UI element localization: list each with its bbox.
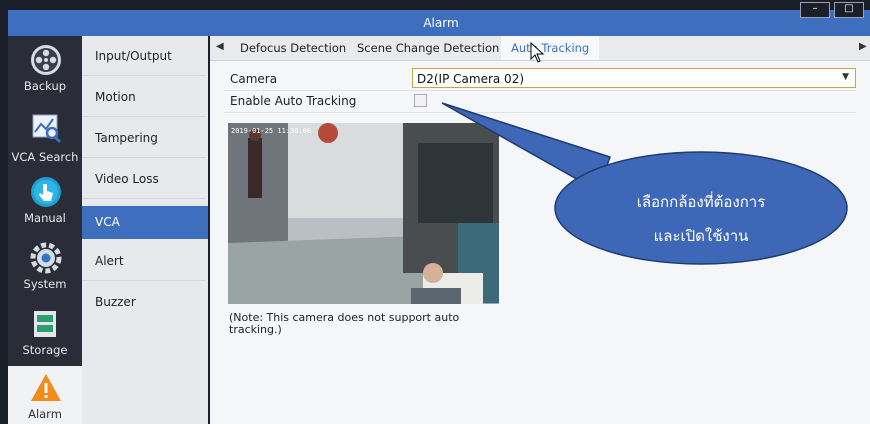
tab-scene-change-detection[interactable]: Scene Change Detection xyxy=(357,41,499,55)
nav-storage-label: Storage xyxy=(22,343,68,357)
camera-label: Camera xyxy=(230,72,278,86)
nav-alarm[interactable]: Alarm xyxy=(8,366,82,424)
callout-line-1: เลือกกล้องที่ต้องการ xyxy=(636,193,766,211)
callout-bubble: เลือกกล้องที่ต้องการ และเปิดใช้งาน xyxy=(555,152,847,264)
chevron-down-icon: ▼ xyxy=(842,72,849,82)
minimize-button[interactable]: – xyxy=(800,2,830,18)
maximize-button[interactable]: □ xyxy=(834,2,864,18)
mouse-cursor-icon xyxy=(530,42,545,63)
auto-tracking-note: (Note: This camera does not support auto… xyxy=(229,311,460,336)
enable-auto-tracking-checkbox[interactable] xyxy=(414,94,427,107)
enable-auto-tracking-label: Enable Auto Tracking xyxy=(230,94,357,108)
gear-icon xyxy=(30,242,62,274)
chart-search-icon xyxy=(32,114,62,144)
title-bar: Alarm – □ xyxy=(8,2,870,36)
window-title: Alarm xyxy=(423,16,459,30)
submenu-vca[interactable]: VCA xyxy=(82,206,208,239)
nav-manual-label: Manual xyxy=(24,211,66,225)
nav-alarm-label: Alarm xyxy=(28,407,62,421)
tab-auto-tracking[interactable]: Auto Tracking xyxy=(501,36,600,60)
camera-select[interactable]: D2(IP Camera 02) ▼ xyxy=(412,68,856,88)
tab-defocus-detection[interactable]: Defocus Detection xyxy=(240,41,346,55)
storage-icon xyxy=(34,311,56,337)
callout-line-2: และเปิดใช้งาน xyxy=(653,227,749,245)
preview-timestamp: 2019-01-25 11:38:06 xyxy=(231,127,312,135)
nav-backup[interactable]: Backup xyxy=(8,38,82,102)
nav-vca-search-label: VCA Search xyxy=(11,150,79,164)
left-nav: Backup VCA Search Manual System Storage xyxy=(8,36,82,424)
film-reel-icon xyxy=(31,45,61,75)
submenu-buzzer[interactable]: Buzzer xyxy=(82,282,206,322)
tab-scroll-left-icon[interactable]: ◀ xyxy=(216,41,224,52)
warning-icon xyxy=(31,374,61,401)
nav-backup-label: Backup xyxy=(23,79,67,93)
alarm-submenu: Input/Output Motion Tampering Video Loss… xyxy=(82,36,208,424)
camera-select-value: D2(IP Camera 02) xyxy=(417,72,525,86)
submenu-motion[interactable]: Motion xyxy=(82,77,206,117)
submenu-video-loss[interactable]: Video Loss xyxy=(82,159,206,199)
nav-system[interactable]: System xyxy=(8,236,82,300)
camera-row: Camera D2(IP Camera 02) ▼ xyxy=(224,68,856,91)
hand-pointer-icon xyxy=(31,177,61,207)
submenu-alert[interactable]: Alert xyxy=(82,241,206,281)
submenu-input-output[interactable]: Input/Output xyxy=(82,36,206,76)
nav-vca-search[interactable]: VCA Search xyxy=(8,106,82,170)
nav-system-label: System xyxy=(23,277,67,291)
nav-storage[interactable]: Storage xyxy=(8,302,82,366)
submenu-tampering[interactable]: Tampering xyxy=(82,118,206,158)
nav-manual[interactable]: Manual xyxy=(8,170,82,234)
tab-scroll-right-icon[interactable]: ▶ xyxy=(859,41,867,52)
